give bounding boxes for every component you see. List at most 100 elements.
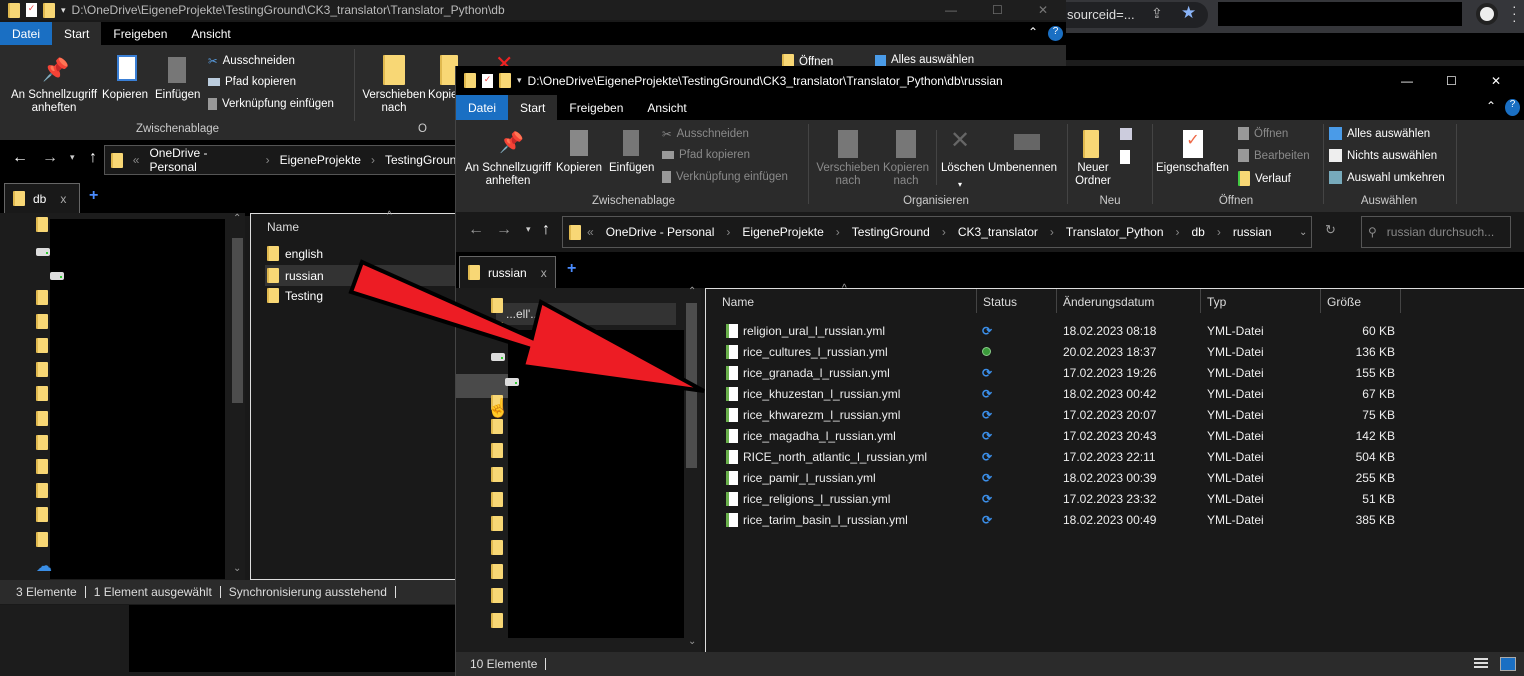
minimize-button[interactable]: — <box>945 3 957 17</box>
onedrive-icon[interactable]: ☁ <box>36 556 52 576</box>
new-tab-icon[interactable]: + <box>89 187 98 205</box>
delete-dropdown-icon[interactable]: ▾ <box>958 180 962 189</box>
folder-icon[interactable] <box>36 362 48 378</box>
up-button[interactable]: ↑ <box>542 221 550 239</box>
column-header-name[interactable]: Name <box>722 295 754 309</box>
drive-icon[interactable] <box>50 272 64 281</box>
breadcrumb-item[interactable]: OneDrive - Personal <box>149 146 255 174</box>
tab-datei[interactable]: Datei <box>0 22 53 45</box>
new-tab-icon[interactable]: + <box>567 260 576 278</box>
folder-icon[interactable] <box>491 298 503 313</box>
tab-ansicht[interactable]: Ansicht <box>635 95 698 120</box>
copy-path-button[interactable]: Pfad kopieren <box>662 149 750 161</box>
close-tab-icon[interactable]: x <box>60 192 66 206</box>
nav-scrollbar[interactable]: ⌃ ⌄ <box>684 286 700 652</box>
share-icon[interactable]: ⇪ <box>1151 5 1163 22</box>
back-button[interactable]: ← <box>468 221 484 239</box>
folder-icon[interactable] <box>491 419 503 434</box>
maximize-button[interactable]: ☐ <box>992 3 1003 17</box>
file-row[interactable]: rice_khuzestan_l_russian.yml ⟳ 18.02.202… <box>706 383 1524 404</box>
edit-button[interactable]: Bearbeiten <box>1238 149 1310 162</box>
details-view-button[interactable] <box>1474 658 1488 670</box>
folder-icon[interactable] <box>36 507 48 523</box>
column-header-date[interactable]: Änderungsdatum <box>1063 295 1154 309</box>
file-row[interactable]: rice_khwarezm_l_russian.yml ⟳ 17.02.2023… <box>706 404 1524 425</box>
delete-button[interactable]: Löschen <box>941 162 984 175</box>
breadcrumb-item[interactable]: russian <box>1233 225 1272 239</box>
menu-dots-icon[interactable]: · · · <box>1512 0 1517 27</box>
breadcrumb-item[interactable]: CK3_translator <box>958 225 1038 239</box>
list-item[interactable]: Testing <box>267 288 323 303</box>
close-tab-icon[interactable]: x <box>541 266 547 280</box>
folder-icon[interactable] <box>491 612 503 628</box>
minimize-button[interactable]: — <box>1401 74 1413 88</box>
paste-button[interactable]: Einfügen <box>155 89 200 102</box>
tab-freigeben[interactable]: Freigeben <box>557 95 635 120</box>
avatar[interactable] <box>1476 3 1498 25</box>
url-text[interactable]: sourceid=... <box>1067 7 1135 22</box>
file-row[interactable]: religion_ural_l_russian.yml ⟳ 18.02.2023… <box>706 320 1524 341</box>
up-button[interactable]: ↑ <box>89 149 97 167</box>
breadcrumb-item[interactable]: EigeneProjekte <box>280 153 361 167</box>
folder-icon[interactable] <box>491 322 503 338</box>
address-bar[interactable]: « OneDrive - Personal › EigeneProjekte › T… <box>104 145 464 175</box>
breadcrumb-item[interactable]: Translator_Python <box>1066 225 1164 239</box>
overflow-icon[interactable]: « <box>133 153 140 167</box>
folder-icon[interactable] <box>36 483 48 499</box>
copy-button[interactable]: Kopieren <box>102 89 148 102</box>
folder-icon[interactable] <box>491 540 503 555</box>
file-row[interactable]: rice_pamir_l_russian.yml ⟳ 18.02.2023 00… <box>706 467 1524 488</box>
tab-ansicht[interactable]: Ansicht <box>179 22 242 45</box>
drive-icon[interactable] <box>36 248 50 257</box>
column-header-type[interactable]: Typ <box>1207 295 1226 309</box>
folder-icon[interactable] <box>36 531 48 547</box>
drive-icon[interactable] <box>491 353 505 362</box>
folder-icon[interactable] <box>36 434 48 450</box>
folder-icon[interactable] <box>36 313 48 329</box>
easy-access-icon[interactable] <box>1120 150 1130 164</box>
pin-quick-access-button[interactable]: An Schnellzugriff anheften <box>8 89 100 115</box>
folder-icon[interactable] <box>491 588 503 604</box>
recent-dropdown-icon[interactable]: ▾ <box>526 224 531 235</box>
drive-icon[interactable] <box>505 377 519 386</box>
select-all-button[interactable]: Alles auswählen <box>875 54 974 66</box>
folder-icon[interactable] <box>491 515 503 531</box>
close-button[interactable]: ✕ <box>1038 3 1048 17</box>
column-header-name[interactable]: Name <box>267 220 299 234</box>
maximize-button[interactable]: ☐ <box>1446 74 1457 88</box>
file-row[interactable]: rice_magadha_l_russian.yml ⟳ 17.02.2023 … <box>706 425 1524 446</box>
forward-button[interactable]: → <box>42 149 58 167</box>
quick-access-item[interactable]: ...ell'...iff <box>496 303 676 325</box>
file-row[interactable]: rice_religions_l_russian.yml ⟳ 17.02.202… <box>706 488 1524 509</box>
copy-to-button[interactable]: Kopie <box>428 89 457 102</box>
help-icon[interactable]: ? <box>1048 26 1063 41</box>
folder-icon[interactable] <box>36 459 48 474</box>
tab-freigeben[interactable]: Freigeben <box>101 22 179 45</box>
history-button[interactable]: Verlauf <box>1238 171 1291 186</box>
tab-start[interactable]: Start <box>508 95 558 120</box>
paste-shortcut-button[interactable]: Verknüpfung einfügen <box>662 171 788 183</box>
address-bar[interactable]: « OneDrive - Personal › EigeneProjekte › T… <box>562 216 1312 248</box>
paste-shortcut-button[interactable]: Verknüpfung einfügen <box>208 98 334 110</box>
folder-icon[interactable] <box>491 467 503 483</box>
breadcrumb-item[interactable]: TestingGround <box>385 153 463 167</box>
folder-icon[interactable] <box>36 338 48 353</box>
folder-icon[interactable] <box>491 491 503 507</box>
folder-icon[interactable] <box>491 564 503 580</box>
copy-path-button[interactable]: Pfad kopieren <box>208 76 296 88</box>
move-to-button[interactable]: Verschieben nach <box>358 89 430 115</box>
move-to-button[interactable]: Verschieben nach <box>814 162 882 188</box>
help-icon[interactable]: ? <box>1505 99 1520 116</box>
folder-tab-db[interactable]: db x <box>4 183 80 213</box>
file-row[interactable]: RICE_north_atlantic_l_russian.yml ⟳ 17.0… <box>706 446 1524 467</box>
star-icon[interactable]: ★ <box>1181 3 1196 23</box>
rename-button[interactable]: Umbenennen <box>988 162 1057 175</box>
folder-icon[interactable] <box>36 410 48 426</box>
breadcrumb-item[interactable]: EigeneProjekte <box>742 225 823 239</box>
file-row[interactable]: rice_granada_l_russian.yml ⟳ 17.02.2023 … <box>706 362 1524 383</box>
cut-button[interactable]: ✂ Ausschneiden <box>208 54 295 68</box>
list-item-selected[interactable]: russian <box>265 265 465 286</box>
qat-dropdown-icon[interactable]: ▾ <box>517 75 522 86</box>
breadcrumb-item[interactable]: OneDrive - Personal <box>606 225 715 239</box>
select-all-button[interactable]: Alles auswählen <box>1329 127 1430 140</box>
